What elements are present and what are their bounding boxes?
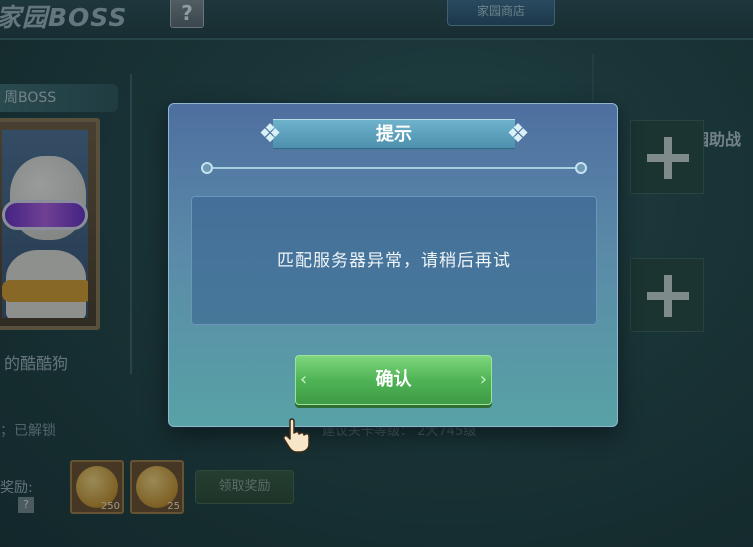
message-box: 匹配服务器异常，请稍后再试 (191, 196, 597, 325)
dialog-message: 匹配服务器异常，请稍后再试 (277, 251, 511, 271)
divider-knot-icon (201, 162, 213, 174)
alert-dialog: ❖ 提示 ❖ 匹配服务器异常，请稍后再试 ‹ 确认 › (168, 103, 618, 427)
confirm-button[interactable]: ‹ 确认 › (295, 355, 492, 405)
hand-pointer-icon (283, 418, 310, 453)
dialog-title: 提示 (376, 124, 412, 145)
chevron-right-icon: › (479, 369, 487, 390)
ornament-right-icon: ❖ (506, 119, 530, 149)
dialog-header: ❖ 提示 ❖ (258, 119, 530, 149)
dialog-divider (207, 167, 581, 169)
confirm-label: 确认 (375, 369, 412, 390)
divider-knot-icon (575, 162, 587, 174)
